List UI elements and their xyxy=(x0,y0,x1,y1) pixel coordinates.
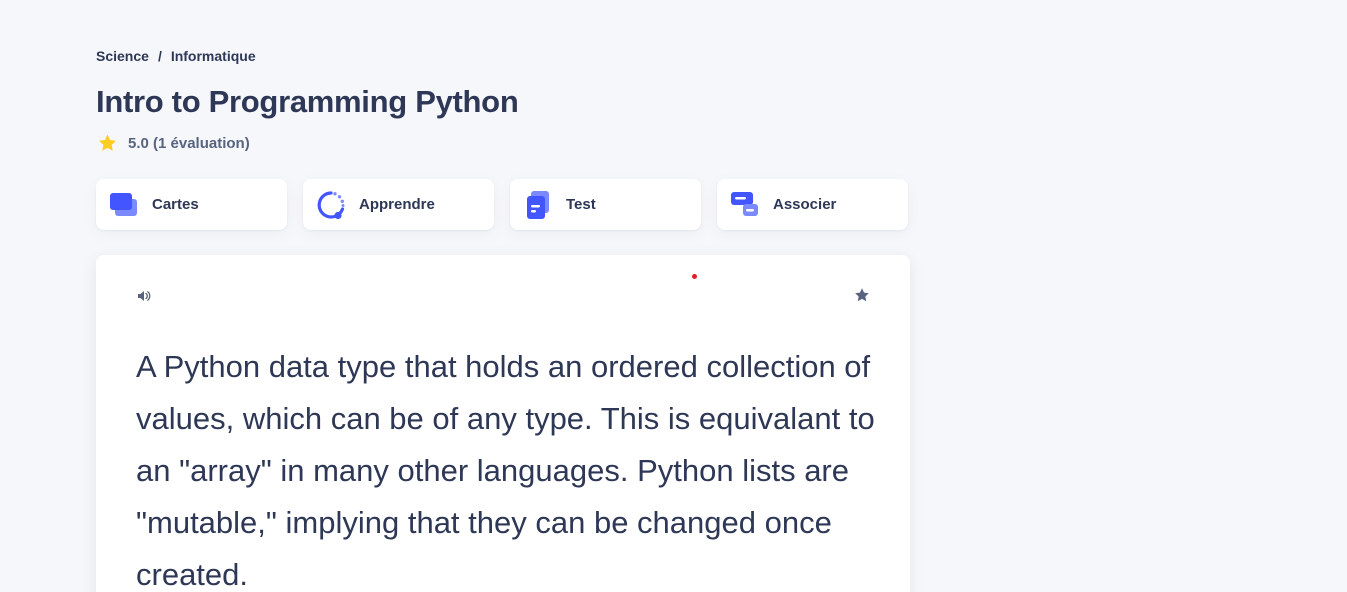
favorite-star-icon[interactable] xyxy=(854,287,870,303)
mode-button-associer[interactable]: Associer xyxy=(717,179,908,230)
test-icon xyxy=(523,190,553,220)
mode-label: Test xyxy=(566,196,596,213)
speaker-icon[interactable] xyxy=(136,288,152,304)
match-icon xyxy=(730,190,760,220)
mode-button-test[interactable]: Test xyxy=(510,179,701,230)
star-icon xyxy=(97,133,118,153)
rating[interactable]: 5.0 (1 évaluation) xyxy=(97,133,250,153)
mode-label: Associer xyxy=(773,196,837,213)
rating-text: 5.0 (1 évaluation) xyxy=(128,134,250,152)
breadcrumb: Science / Informatique xyxy=(96,48,256,64)
study-modes: Cartes Apprendre Test Associer xyxy=(96,179,908,230)
learn-icon xyxy=(316,190,346,220)
mode-button-apprendre[interactable]: Apprendre xyxy=(303,179,494,230)
indicator-dot xyxy=(692,274,697,279)
mode-button-cartes[interactable]: Cartes xyxy=(96,179,287,230)
page: Science / Informatique Intro to Programm… xyxy=(0,0,1347,592)
page-title: Intro to Programming Python xyxy=(96,84,519,119)
breadcrumb-separator: / xyxy=(157,48,162,64)
breadcrumb-item-informatique[interactable]: Informatique xyxy=(171,48,256,64)
mode-label: Apprendre xyxy=(359,196,435,213)
mode-label: Cartes xyxy=(152,196,199,213)
flashcards-icon xyxy=(109,190,139,220)
flashcard[interactable]: A Python data type that holds an ordered… xyxy=(96,255,910,592)
card-term-text: A Python data type that holds an ordered… xyxy=(136,349,875,592)
breadcrumb-item-science[interactable]: Science xyxy=(96,48,149,64)
